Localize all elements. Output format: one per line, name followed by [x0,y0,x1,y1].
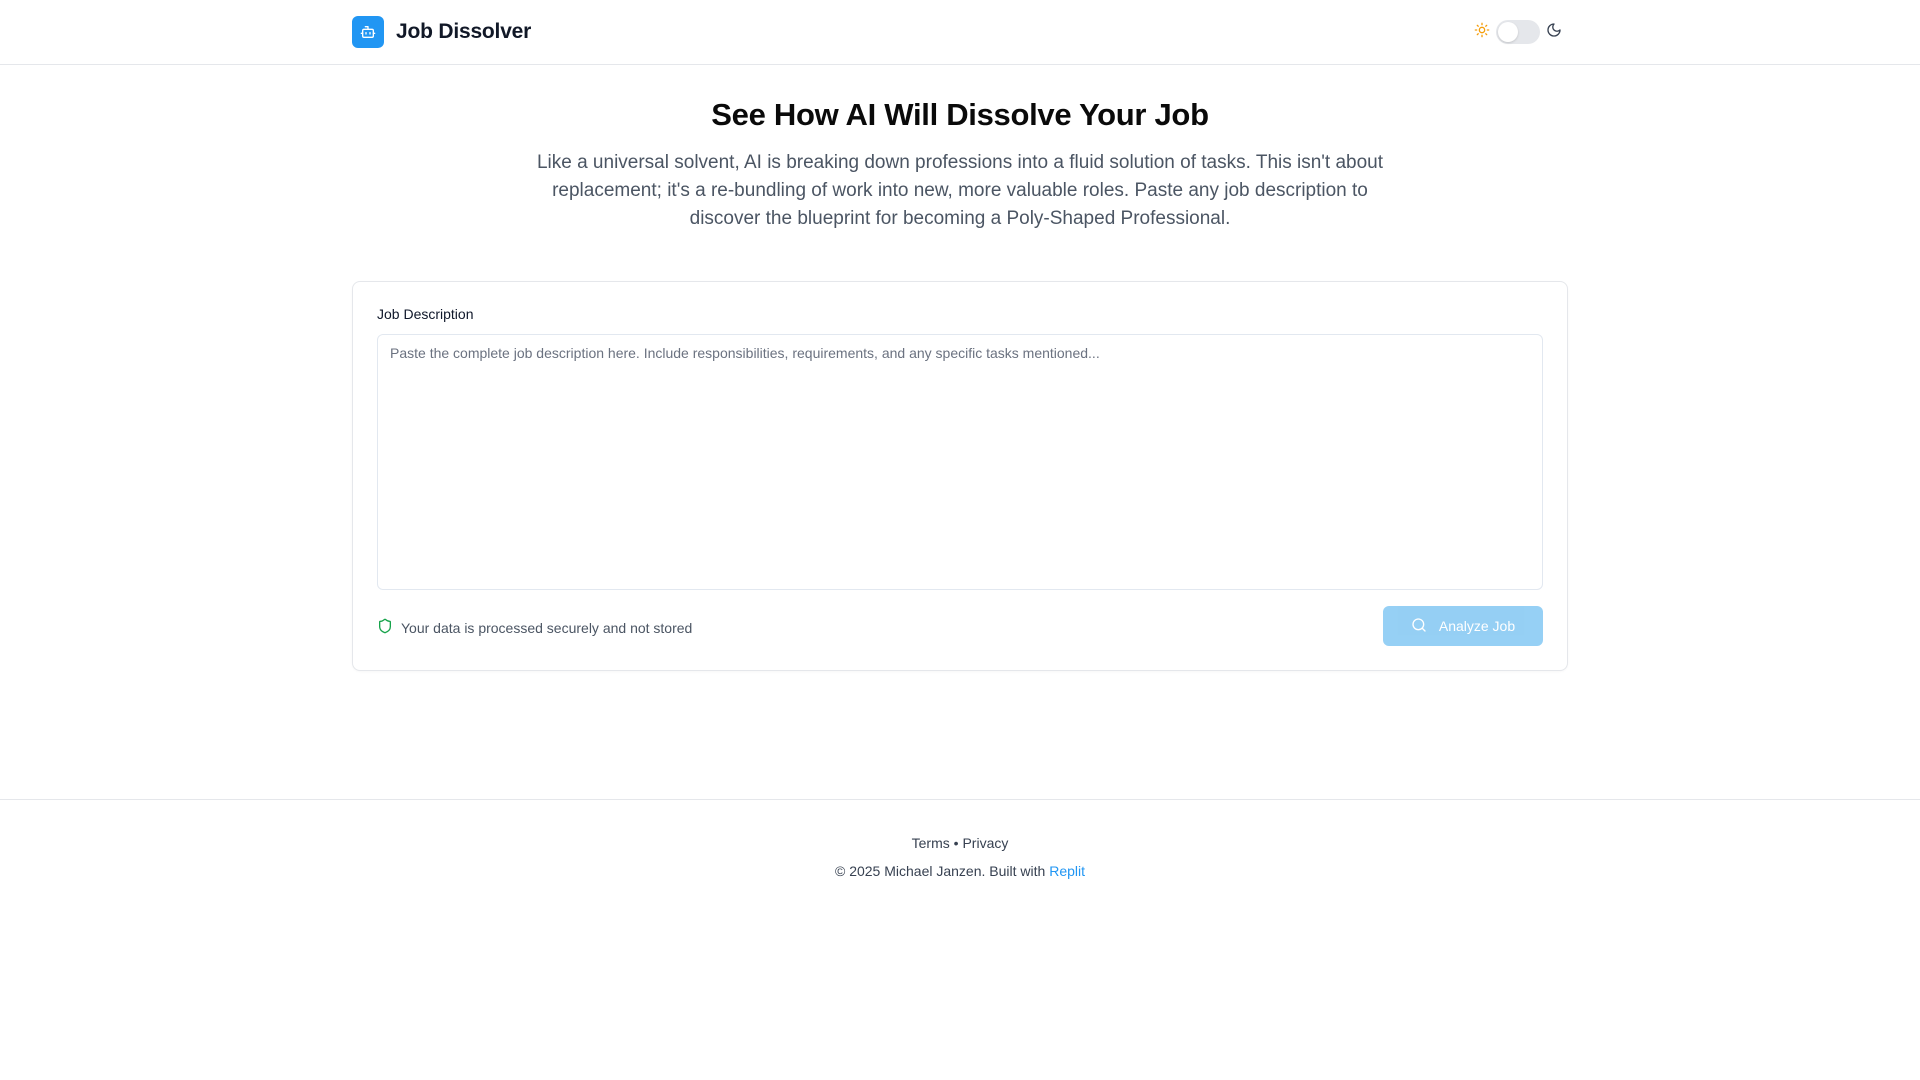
sun-icon [1474,22,1490,43]
analyze-job-button[interactable]: Analyze Job [1383,606,1543,646]
dark-mode-switch[interactable] [1496,20,1540,44]
job-form-card: Job Description Your data is processed s… [352,281,1568,671]
shield-icon [377,618,393,637]
moon-icon [1546,22,1562,43]
page-footer: Terms • Privacy © 2025 Michael Janzen. B… [0,799,1920,939]
security-note-text: Your data is processed securely and not … [401,619,693,636]
analyze-job-label: Analyze Job [1438,618,1516,634]
job-description-input[interactable] [377,334,1543,590]
page-title: See How AI Will Dissolve Your Job [711,97,1209,132]
app-title: Job Dissolver [396,20,532,43]
footer-links: Terms • Privacy [0,833,1920,853]
page-description: Like a universal solvent, AI is breaking… [536,152,1384,229]
brand[interactable]: Job Dissolver [352,16,531,48]
privacy-link[interactable]: Privacy [962,835,1008,851]
theme-toggle [1474,20,1562,44]
hero: See How AI Will Dissolve Your Job Like a… [0,95,1920,233]
search-icon [1411,617,1427,636]
switch-knob [1498,22,1518,42]
replit-link[interactable]: Replit [1049,863,1085,879]
job-description-label: Job Description [377,306,474,322]
copyright: © 2025 Michael Janzen. Built with Replit [0,861,1920,881]
footer-separator: • [953,835,959,851]
bot-icon [352,16,384,48]
app-header: Job Dissolver [0,0,1920,65]
terms-link[interactable]: Terms [912,835,950,851]
copyright-text: © 2025 Michael Janzen. Built with [834,863,1046,879]
security-note: Your data is processed securely and not … [377,618,692,637]
